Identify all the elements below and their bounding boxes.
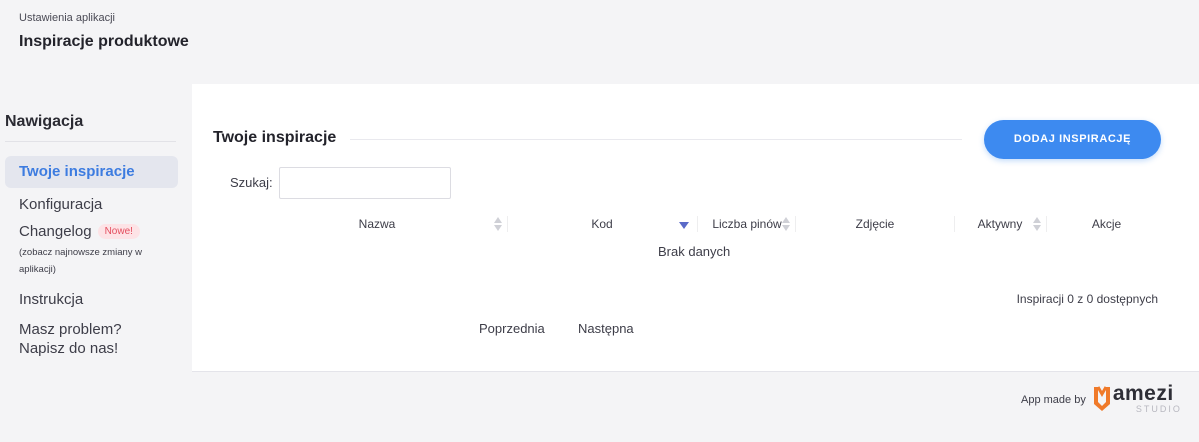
add-inspiration-button[interactable]: DODAJ INSPIRACJĘ — [984, 120, 1161, 159]
page-header: Ustawienia aplikacji Inspiracje produkto… — [19, 12, 189, 51]
sidebar-item-instrukcja[interactable]: Instrukcja — [5, 291, 180, 308]
empty-table-message: Brak danych — [658, 244, 731, 259]
sidebar-item-twoje-inspiracje[interactable]: Twoje inspiracje — [5, 156, 178, 188]
breadcrumb: Ustawienia aplikacji — [19, 12, 115, 24]
column-divider — [507, 216, 508, 232]
mamezi-logo[interactable]: amezi STUDIO — [1092, 382, 1180, 414]
footer-made-by: App made by — [1021, 394, 1086, 406]
search-input[interactable] — [279, 167, 451, 199]
column-divider — [954, 216, 955, 232]
column-divider — [1046, 216, 1047, 232]
sort-desc-icon[interactable] — [679, 216, 689, 232]
section-title: Twoje inspiracje — [213, 129, 337, 146]
column-header-liczba-pinow[interactable]: Liczba pinów — [707, 212, 787, 236]
column-header-nazwa[interactable]: Nazwa — [312, 212, 442, 236]
sidebar-item-changelog[interactable]: Changelog Nowe! — [5, 223, 180, 240]
column-divider — [697, 216, 698, 232]
sidebar-navigation: Nawigacja Twoje inspiracje Konfiguracja … — [5, 113, 180, 358]
main-card: Twoje inspiracje DODAJ INSPIRACJĘ Szukaj… — [192, 84, 1199, 372]
column-header-aktywny[interactable]: Aktywny — [964, 212, 1036, 236]
sidebar-title: Nawigacja — [5, 113, 176, 142]
pagination-next[interactable]: Następna — [578, 321, 634, 336]
sort-icon[interactable] — [1033, 216, 1042, 232]
contact-line-2: Napisz do nas! — [19, 340, 119, 357]
footer: App made by amezi STUDIO — [1021, 382, 1180, 414]
sidebar-item-konfiguracja[interactable]: Konfiguracja — [5, 196, 180, 213]
column-akcje-label: Akcje — [1091, 217, 1122, 231]
logo-subtitle: STUDIO — [1135, 404, 1182, 414]
column-nazwa-label: Nazwa — [358, 217, 396, 231]
contact-line-1: Masz problem? — [19, 321, 122, 338]
column-divider — [795, 216, 796, 232]
logo-mark-icon — [1093, 386, 1110, 411]
column-header-akcje: Akcje — [1054, 212, 1159, 236]
title-divider — [350, 139, 962, 140]
changelog-description: (zobacz najnowsze zmiany w aplikacji) — [19, 247, 143, 275]
column-header-kod[interactable]: Kod — [537, 212, 667, 236]
sidebar-item-contact[interactable]: Masz problem? Napisz do nas! — [5, 320, 180, 358]
column-zdjecie-label: Zdjęcie — [855, 217, 895, 231]
column-piny-label: Liczba pinów — [712, 217, 782, 231]
new-badge: Nowe! — [97, 224, 140, 239]
column-header-zdjecie: Zdjęcie — [825, 212, 925, 236]
table-info: Inspiracji 0 z 0 dostępnych — [1016, 292, 1158, 306]
column-kod-label: Kod — [591, 217, 613, 231]
column-aktywny-label: Aktywny — [977, 217, 1023, 231]
sidebar-item-changelog-label: Changelog — [19, 223, 92, 240]
pagination-previous[interactable]: Poprzednia — [479, 321, 545, 336]
logo-name: amezi — [1112, 382, 1174, 405]
page-title: Inspiracje produktowe — [19, 33, 189, 50]
sort-icon[interactable] — [782, 216, 791, 232]
sort-icon[interactable] — [494, 216, 503, 232]
search-label: Szukaj: — [230, 175, 273, 190]
